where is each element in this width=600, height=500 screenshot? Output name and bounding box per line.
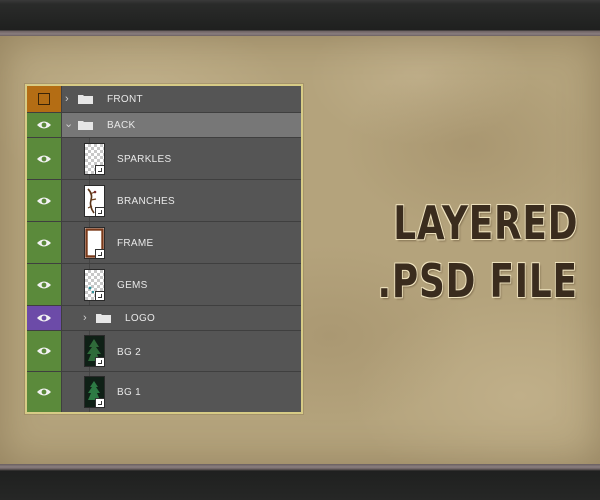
folder-icon [78, 121, 93, 130]
layer-row-branches[interactable]: BRANCHES [27, 180, 301, 222]
layer-row-logo[interactable]: › LOGO [27, 306, 301, 331]
layer-name-branches[interactable]: BRANCHES [117, 196, 175, 207]
eye-icon [37, 197, 51, 204]
layer-thumbnail [84, 227, 105, 259]
smart-object-badge-icon [95, 398, 104, 407]
visibility-toggle-back[interactable] [27, 113, 62, 137]
layer-row-back[interactable]: ⌄ BACK [27, 113, 301, 138]
smart-object-badge-icon [95, 207, 104, 216]
chevron-right-icon[interactable]: › [83, 313, 87, 324]
smart-object-badge-icon [95, 165, 104, 174]
hidden-box-icon [38, 93, 50, 105]
eye-icon [37, 388, 51, 396]
layer-row-sparkles[interactable]: SPARKLES [27, 138, 301, 180]
layer-thumbnail [84, 269, 105, 301]
headline-line-1: LAYERED [392, 196, 578, 250]
layer-row-bg2[interactable]: BG 2 [27, 331, 301, 372]
folder-icon [78, 95, 93, 104]
eye-icon [37, 281, 51, 288]
folder-icon [96, 314, 111, 323]
eye-icon [37, 239, 51, 246]
layer-row-front[interactable]: › FRONT [27, 86, 301, 113]
layer-name-gems[interactable]: GEMS [117, 280, 148, 291]
layer-name-logo[interactable]: LOGO [125, 313, 155, 324]
visibility-toggle-front[interactable] [27, 86, 62, 112]
visibility-toggle-bg1[interactable] [27, 372, 62, 412]
smart-object-badge-icon [95, 357, 104, 366]
layer-thumbnail [84, 335, 105, 367]
layer-row-bg1[interactable]: BG 1 [27, 372, 301, 412]
layer-name-bg1[interactable]: BG 1 [117, 387, 141, 398]
top-frame-bar [0, 0, 600, 36]
layers-panel: › FRONT ⌄ BACK SPARKLES BRANCHES FRAME G… [25, 84, 303, 414]
eye-icon [37, 347, 51, 355]
layer-row-frame[interactable]: FRAME [27, 222, 301, 264]
layer-name-frame[interactable]: FRAME [117, 238, 154, 249]
smart-object-badge-icon [95, 249, 104, 258]
bottom-frame-bar [0, 464, 600, 500]
chevron-down-icon[interactable]: ⌄ [64, 119, 73, 130]
smart-object-badge-icon [95, 291, 104, 300]
eye-icon [37, 121, 51, 129]
eye-icon [37, 314, 51, 322]
layer-thumbnail [84, 143, 105, 175]
layer-name-sparkles[interactable]: SPARKLES [117, 154, 171, 165]
layer-name-back[interactable]: BACK [107, 120, 135, 131]
eye-icon [37, 155, 51, 162]
visibility-toggle-logo[interactable] [27, 306, 62, 330]
layer-row-gems[interactable]: GEMS [27, 264, 301, 306]
layer-thumbnail [84, 185, 105, 217]
visibility-toggle-frame[interactable] [27, 222, 62, 263]
visibility-toggle-gems[interactable] [27, 264, 62, 305]
visibility-toggle-sparkles[interactable] [27, 138, 62, 179]
layer-name-front[interactable]: FRONT [107, 94, 143, 105]
visibility-toggle-bg2[interactable] [27, 331, 62, 371]
layer-thumbnail [84, 376, 105, 408]
headline-line-2: .PSD FILE [377, 254, 578, 308]
layer-name-bg2[interactable]: BG 2 [117, 347, 141, 358]
visibility-toggle-branches[interactable] [27, 180, 62, 221]
chevron-right-icon[interactable]: › [65, 94, 69, 105]
